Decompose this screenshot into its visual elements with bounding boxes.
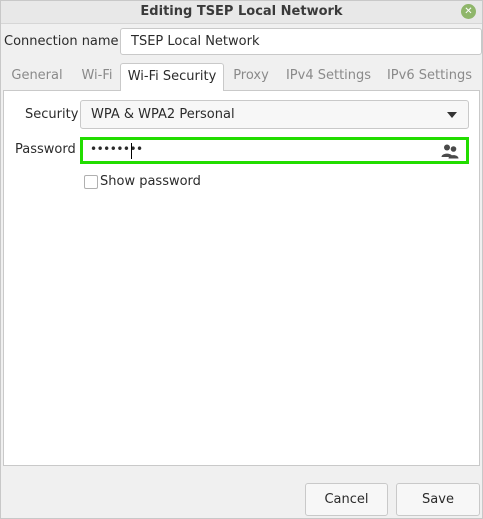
tab-wifi[interactable]: Wi-Fi <box>71 63 123 90</box>
users-icon[interactable] <box>441 143 459 159</box>
show-password-label[interactable]: Show password <box>100 174 201 189</box>
password-input[interactable]: •••••••• <box>80 137 469 164</box>
security-dropdown[interactable]: WPA & WPA2 Personal <box>80 100 469 129</box>
chevron-down-icon <box>447 112 457 118</box>
show-password-checkbox[interactable] <box>84 175 98 189</box>
security-label: Security <box>25 107 79 122</box>
tab-general[interactable]: General <box>3 63 71 90</box>
security-selected-value: WPA & WPA2 Personal <box>91 107 235 122</box>
cancel-button[interactable]: Cancel <box>305 483 388 516</box>
text-caret <box>131 143 132 159</box>
connection-name-input[interactable]: TSEP Local Network <box>120 28 482 55</box>
password-masked-value: •••••••• <box>90 142 143 156</box>
tab-bar: General Wi-Fi Wi-Fi Security Proxy IPv4 … <box>3 63 480 91</box>
tab-proxy[interactable]: Proxy <box>224 63 278 90</box>
tab-wifi-security[interactable]: Wi-Fi Security <box>120 63 224 91</box>
tab-ipv4-settings[interactable]: IPv4 Settings <box>278 63 379 90</box>
password-label: Password <box>15 142 76 157</box>
titlebar: Editing TSEP Local Network ✕ <box>1 1 482 24</box>
window-title: Editing TSEP Local Network <box>140 4 343 19</box>
close-icon[interactable]: ✕ <box>461 4 476 19</box>
save-button[interactable]: Save <box>396 483 480 516</box>
connection-name-label: Connection name <box>4 34 119 49</box>
tab-ipv6-settings[interactable]: IPv6 Settings <box>379 63 480 90</box>
connection-editor-window: Editing TSEP Local Network ✕ Connection … <box>0 0 483 519</box>
